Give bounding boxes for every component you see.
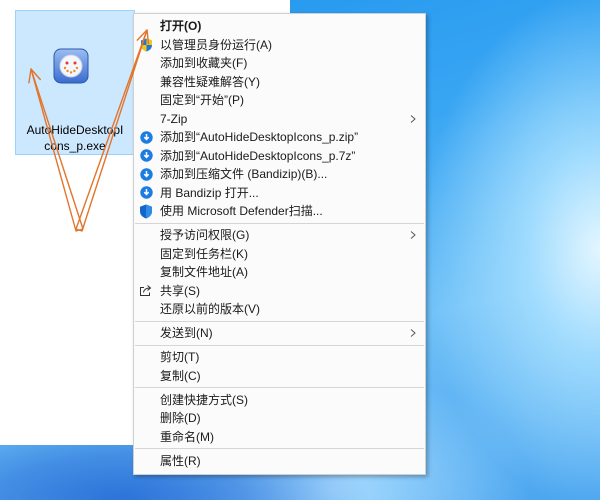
menu-item-label: 兼容性疑难解答(Y) xyxy=(160,74,260,89)
menu-item-bandizip-open[interactable]: 用 Bandizip 打开... xyxy=(134,184,425,203)
menu-item-run-as-admin[interactable]: 以管理员身份运行(A) xyxy=(134,36,425,55)
app-icon-graphic xyxy=(53,48,89,84)
bandizip-icon xyxy=(139,130,153,144)
menu-item-label: 7-Zip xyxy=(160,111,188,126)
menu-item-label: 共享(S) xyxy=(160,283,200,298)
menu-item-label: 剪切(T) xyxy=(160,350,200,364)
menu-item-label: 复制(C) xyxy=(160,368,201,383)
bandizip-icon xyxy=(139,167,153,181)
menu-item-label: 创建快捷方式(S) xyxy=(160,392,248,407)
menu-item-give-access[interactable]: 授予访问权限(G) xyxy=(134,226,425,245)
chevron-right-icon xyxy=(410,329,416,338)
menu-item-label: 添加到“AutoHideDesktopIcons_p.zip” xyxy=(160,130,359,144)
file-name-line: cons_p.exe xyxy=(44,139,106,153)
app-icon[interactable] xyxy=(53,48,89,84)
menu-item-label: 使用 Microsoft Defender扫描... xyxy=(160,204,323,218)
menu-item-open[interactable]: 打开(O) xyxy=(134,17,425,36)
menu-item-delete[interactable]: 删除(D) xyxy=(134,409,425,428)
menu-item-label: 添加到“AutoHideDesktopIcons_p.7z” xyxy=(160,148,356,163)
context-menu: 打开(O) 以管理员身份运行(A) 添加到收藏夹(F) 兼容性疑难解答(Y) 固… xyxy=(133,13,426,475)
bandizip-icon xyxy=(139,186,153,200)
menu-item-label: 发送到(N) xyxy=(160,326,213,340)
menu-item-restore-previous-versions[interactable]: 还原以前的版本(V) xyxy=(134,300,425,319)
menu-item-send-to[interactable]: 发送到(N) xyxy=(134,324,425,343)
menu-item-label: 打开(O) xyxy=(160,19,202,33)
menu-item-pin-to-taskbar[interactable]: 固定到任务栏(K) xyxy=(134,245,425,264)
menu-item-label: 删除(D) xyxy=(160,411,201,425)
menu-item-label: 添加到收藏夹(F) xyxy=(160,56,248,70)
defender-shield-icon xyxy=(139,204,153,219)
file-item-selected[interactable]: AutoHideDesktopI cons_p.exe xyxy=(15,10,135,155)
menu-item-label: 用 Bandizip 打开... xyxy=(160,185,259,200)
menu-item-pin-to-start[interactable]: 固定到“开始”(P) xyxy=(134,91,425,110)
menu-item-copy[interactable]: 复制(C) xyxy=(134,367,425,386)
menu-item-share[interactable]: 共享(S) xyxy=(134,282,425,301)
menu-item-7zip[interactable]: 7-Zip xyxy=(134,110,425,129)
chevron-right-icon xyxy=(410,114,416,123)
menu-item-bandizip-add-archive[interactable]: 添加到压缩文件 (Bandizip)(B)... xyxy=(134,165,425,184)
menu-item-properties[interactable]: 属性(R) xyxy=(134,452,425,471)
menu-item-label: 以管理员身份运行(A) xyxy=(160,37,272,52)
menu-item-label: 添加到压缩文件 (Bandizip)(B)... xyxy=(160,167,328,181)
menu-item-add-to-favorites[interactable]: 添加到收藏夹(F) xyxy=(134,54,425,73)
menu-item-label: 授予访问权限(G) xyxy=(160,228,250,242)
menu-item-cut[interactable]: 剪切(T) xyxy=(134,348,425,367)
file-name-label[interactable]: AutoHideDesktopI cons_p.exe xyxy=(16,122,134,154)
menu-item-defender-scan[interactable]: 使用 Microsoft Defender扫描... xyxy=(134,202,425,221)
menu-item-label: 固定到“开始”(P) xyxy=(160,93,244,107)
uac-shield-icon xyxy=(139,38,153,52)
menu-item-create-shortcut[interactable]: 创建快捷方式(S) xyxy=(134,391,425,410)
menu-item-rename[interactable]: 重命名(M) xyxy=(134,428,425,447)
menu-item-copy-path[interactable]: 复制文件地址(A) xyxy=(134,263,425,282)
share-icon xyxy=(139,284,153,298)
menu-item-label: 属性(R) xyxy=(160,453,201,468)
menu-item-bandizip-add-zip[interactable]: 添加到“AutoHideDesktopIcons_p.zip” xyxy=(134,128,425,147)
menu-item-label: 还原以前的版本(V) xyxy=(160,302,260,316)
chevron-right-icon xyxy=(410,231,416,240)
menu-item-label: 复制文件地址(A) xyxy=(160,265,248,279)
file-name-line: AutoHideDesktopI xyxy=(26,123,124,137)
menu-item-label: 重命名(M) xyxy=(160,429,214,444)
menu-item-label: 固定到任务栏(K) xyxy=(160,246,248,261)
bandizip-icon xyxy=(139,149,153,163)
menu-item-troubleshoot-compatibility[interactable]: 兼容性疑难解答(Y) xyxy=(134,73,425,92)
menu-item-bandizip-add-7z[interactable]: 添加到“AutoHideDesktopIcons_p.7z” xyxy=(134,147,425,166)
